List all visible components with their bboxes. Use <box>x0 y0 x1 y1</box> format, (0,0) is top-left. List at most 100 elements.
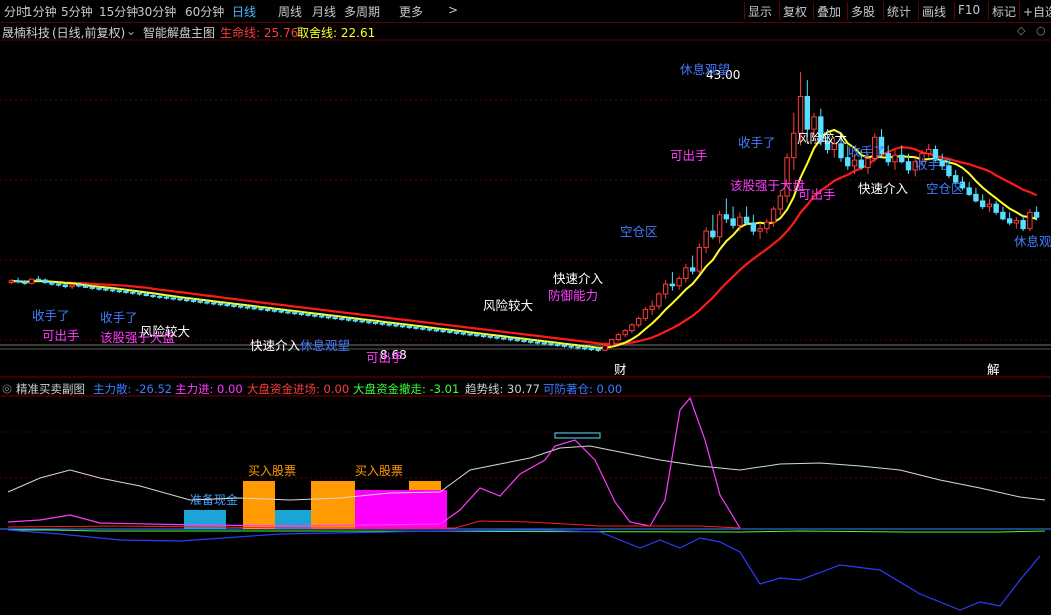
candle-body <box>130 291 136 294</box>
candle-body <box>413 326 419 329</box>
candle-body <box>1020 219 1026 230</box>
candle-body <box>386 323 392 326</box>
candle-body <box>211 302 217 305</box>
candle-body <box>797 95 804 134</box>
signal-bar <box>409 481 441 490</box>
chart-annotation: 休息观望 <box>1014 234 1051 249</box>
candle-body <box>555 343 561 346</box>
candle-body <box>433 329 440 332</box>
candle-body <box>460 332 466 335</box>
life-line-series <box>11 145 1038 346</box>
candle-body <box>480 335 487 338</box>
candle-body <box>15 280 21 283</box>
candle-body <box>1000 211 1006 220</box>
candle-body <box>521 339 527 342</box>
candle-body <box>177 298 183 301</box>
candle-body <box>487 335 493 338</box>
candle-body <box>163 296 170 299</box>
candle-body <box>251 307 257 310</box>
candle-body <box>352 319 359 322</box>
kline-chart[interactable]: 43.008.68收手了可出手收手了该股强于大盘风险较大快速介入 休息观望可出手风… <box>0 0 1051 615</box>
candle-body <box>642 308 649 319</box>
chart-annotation: 休息观望 <box>300 338 350 353</box>
candle-body <box>568 345 574 348</box>
candle-body <box>217 303 224 306</box>
candle-body <box>791 132 797 159</box>
candle-body <box>244 306 251 309</box>
candle-body <box>1006 218 1013 224</box>
candle-body <box>676 277 682 287</box>
candle-body <box>966 187 972 195</box>
candle-body <box>426 328 433 331</box>
candle-body <box>608 339 615 346</box>
signal-label: 买入股票 <box>355 464 403 478</box>
candle-body <box>258 308 264 311</box>
chart-annotation: 可出手 <box>798 187 836 202</box>
candle-body <box>683 267 689 279</box>
candle-body <box>467 333 473 336</box>
candle-body <box>662 283 669 295</box>
candle-body <box>615 334 622 341</box>
candle-body <box>69 284 75 288</box>
candle-body <box>359 320 365 323</box>
candle-body <box>42 279 48 283</box>
trend-series <box>7 445 1046 501</box>
candle-body <box>305 313 311 316</box>
candle-body <box>851 159 858 167</box>
candle-body <box>406 326 413 329</box>
candle-body <box>447 330 453 333</box>
candle-body <box>264 308 271 311</box>
candle-body <box>345 318 352 321</box>
chart-annotation: 风险较大 <box>140 324 190 339</box>
candle-body <box>770 208 777 223</box>
candle-body <box>575 346 581 349</box>
chart-annotation: 收手了 <box>848 144 886 159</box>
candle-body <box>595 348 601 351</box>
chart-annotation: 可出手 <box>42 328 80 343</box>
chart-annotation: 收手了 <box>32 308 70 323</box>
candle-body <box>420 327 426 330</box>
candle-body <box>899 154 905 163</box>
candle-body <box>474 334 480 337</box>
candle-body <box>440 330 446 333</box>
candle-body <box>905 161 912 171</box>
candle-body <box>561 344 568 347</box>
candle-body <box>689 267 696 272</box>
chart-annotation: 空仓区 <box>620 224 658 239</box>
chart-annotation: 快速介入 <box>553 271 604 286</box>
candle-body <box>325 316 332 319</box>
signal-bar <box>311 481 355 529</box>
candle-body <box>548 343 554 346</box>
candle-body <box>1013 219 1020 224</box>
chart-annotation: 空仓区 <box>926 181 964 196</box>
candle-body <box>588 348 595 351</box>
candle-body <box>123 290 129 293</box>
candle-body <box>696 246 703 272</box>
candle-body <box>764 221 770 230</box>
candle-body <box>507 338 514 341</box>
candle-body <box>22 281 28 284</box>
candle-body <box>399 325 406 328</box>
take-line-series <box>11 128 1037 349</box>
candle-body <box>278 310 284 313</box>
candle-body <box>703 230 709 248</box>
candle-body <box>865 157 871 168</box>
candle-body <box>366 321 372 324</box>
chart-annotation: 可出手 <box>670 148 708 163</box>
signal-label: 买入股票 <box>248 464 296 478</box>
candle-body <box>285 311 291 314</box>
candle-body <box>298 312 305 315</box>
main-diff-series <box>7 529 1041 611</box>
candle-body <box>777 195 784 210</box>
candle-body <box>157 295 163 298</box>
candle-body <box>35 278 42 281</box>
candle-body <box>635 317 642 326</box>
candle-body <box>312 314 318 317</box>
candle-body <box>723 214 730 220</box>
candle-body <box>629 324 635 332</box>
candle-body <box>238 305 244 308</box>
candle-body <box>291 312 298 315</box>
candle-body <box>49 281 55 285</box>
candle-body <box>204 301 210 304</box>
candle-body <box>528 340 534 343</box>
